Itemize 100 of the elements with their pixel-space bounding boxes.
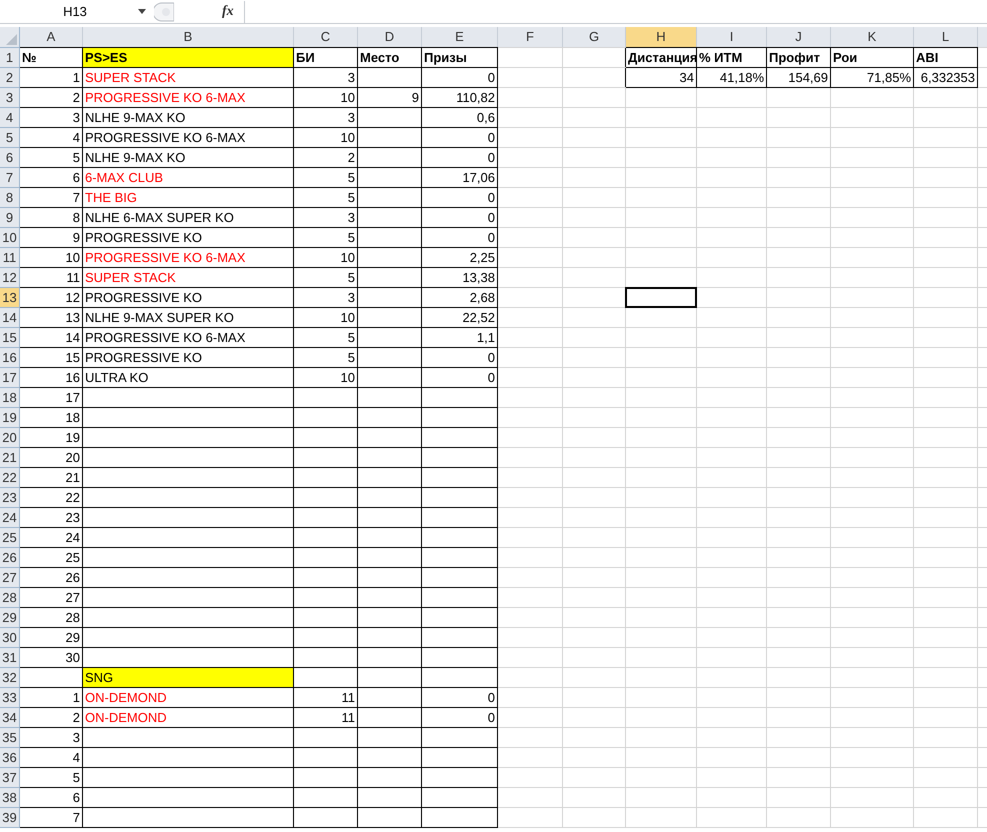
name-box[interactable]: H13 (0, 0, 150, 22)
table-cell[interactable]: 30 (20, 648, 82, 667)
table-cell[interactable]: 9 (20, 228, 82, 247)
table-cell[interactable]: 11 (294, 688, 357, 707)
row-header[interactable]: 31 (0, 648, 20, 667)
table-cell[interactable]: 154,69 (767, 68, 830, 87)
table-cell[interactable]: 0 (422, 208, 497, 227)
table-cell[interactable]: 14 (20, 328, 82, 347)
row-header[interactable]: 36 (0, 748, 20, 767)
table-cell[interactable]: 7 (20, 188, 82, 207)
table-cell[interactable]: 0 (422, 688, 497, 707)
table-cell[interactable]: 27 (20, 588, 82, 607)
table-cell[interactable]: NLHE 6-MAX SUPER KO (83, 208, 293, 227)
row-header[interactable]: 2 (0, 68, 20, 87)
table-cell[interactable]: 7 (20, 808, 82, 827)
table-cell[interactable]: ON-DEMOND (83, 688, 293, 707)
table-cell[interactable]: 6 (20, 168, 82, 187)
table-cell[interactable]: 13,38 (422, 268, 497, 287)
splitter-grip-icon[interactable] (154, 2, 174, 22)
table-cell[interactable]: 0 (422, 188, 497, 207)
row-header[interactable]: 8 (0, 188, 20, 207)
table-cell[interactable]: 15 (20, 348, 82, 367)
table-cell[interactable]: 0,6 (422, 108, 497, 127)
table-cell[interactable]: 5 (294, 348, 357, 367)
table-cell[interactable]: 0 (422, 148, 497, 167)
table-cell[interactable]: 5 (20, 148, 82, 167)
table-cell[interactable]: 22 (20, 488, 82, 507)
row-header[interactable]: 5 (0, 128, 20, 147)
table-cell[interactable]: 71,85% (831, 68, 913, 87)
cell-cursor[interactable] (625, 287, 697, 308)
row-header[interactable]: 32 (0, 668, 20, 687)
row-header[interactable]: 14 (0, 308, 20, 327)
table-cell[interactable]: 25 (20, 548, 82, 567)
table-cell[interactable]: NLHE 9-MAX KO (83, 148, 293, 167)
table-cell[interactable]: 13 (20, 308, 82, 327)
row-header[interactable]: 22 (0, 468, 20, 487)
table-cell[interactable]: 24 (20, 528, 82, 547)
insert-function-button[interactable]: fx (222, 1, 234, 22)
table-cell[interactable]: 5 (294, 168, 357, 187)
table-cell[interactable]: 11 (294, 708, 357, 727)
table-cell[interactable]: 26 (20, 568, 82, 587)
row-header[interactable]: 16 (0, 348, 20, 367)
table-cell[interactable]: № (20, 48, 82, 67)
row-header[interactable]: 13 (0, 288, 20, 307)
table-cell[interactable]: 10 (20, 248, 82, 267)
row-header[interactable]: 3 (0, 88, 20, 107)
table-cell[interactable]: 1 (20, 68, 82, 87)
table-cell[interactable]: NLHE 9-MAX SUPER KO (83, 308, 293, 327)
table-cell[interactable]: PROGRESSIVE KO 6-MAX (83, 328, 293, 347)
table-cell[interactable]: 23 (20, 508, 82, 527)
table-cell[interactable]: SNG (83, 668, 293, 687)
row-header[interactable]: 11 (0, 248, 20, 267)
table-cell[interactable]: ABI (914, 48, 977, 67)
table-cell[interactable]: PROGRESSIVE KO 6-MAX (83, 248, 293, 267)
row-header[interactable]: 28 (0, 588, 20, 607)
table-cell[interactable]: 18 (20, 408, 82, 427)
row-header[interactable]: 33 (0, 688, 20, 707)
row-header[interactable]: 27 (0, 568, 20, 587)
table-cell[interactable]: 2,25 (422, 248, 497, 267)
table-cell[interactable]: 10 (294, 308, 357, 327)
table-cell[interactable]: Рои (831, 48, 913, 67)
table-cell[interactable]: 8 (20, 208, 82, 227)
row-header[interactable]: 17 (0, 368, 20, 387)
table-cell[interactable]: 34 (626, 68, 696, 87)
row-header[interactable]: 20 (0, 428, 20, 447)
table-cell[interactable]: 41,18% (697, 68, 766, 87)
row-header[interactable]: 19 (0, 408, 20, 427)
table-cell[interactable]: 6-MAX CLUB (83, 168, 293, 187)
table-cell[interactable]: 0 (422, 348, 497, 367)
table-cell[interactable]: 6 (20, 788, 82, 807)
table-cell[interactable]: Профит (767, 48, 830, 67)
table-cell[interactable]: 4 (20, 748, 82, 767)
row-header[interactable]: 34 (0, 708, 20, 727)
table-cell[interactable]: Призы (422, 48, 497, 67)
row-header[interactable]: 7 (0, 168, 20, 187)
table-cell[interactable]: PROGRESSIVE KO 6-MAX (83, 128, 293, 147)
row-header[interactable]: 30 (0, 628, 20, 647)
row-header[interactable]: 15 (0, 328, 20, 347)
row-header[interactable]: 38 (0, 788, 20, 807)
table-cell[interactable]: PROGRESSIVE KO (83, 288, 293, 307)
row-header[interactable]: 26 (0, 548, 20, 567)
table-cell[interactable]: 10 (294, 368, 357, 387)
select-all-icon[interactable] (6, 34, 17, 45)
table-cell[interactable]: 16 (20, 368, 82, 387)
row-header[interactable]: 10 (0, 228, 20, 247)
table-cell[interactable]: 3 (294, 208, 357, 227)
table-cell[interactable]: 2 (294, 148, 357, 167)
table-cell[interactable]: ON-DEMOND (83, 708, 293, 727)
table-cell[interactable]: 10 (294, 128, 357, 147)
table-cell[interactable]: 9 (358, 88, 421, 107)
table-cell[interactable]: 3 (294, 288, 357, 307)
table-cell[interactable]: 1 (20, 688, 82, 707)
row-header[interactable]: 35 (0, 728, 20, 747)
row-header[interactable]: 29 (0, 608, 20, 627)
table-cell[interactable]: 0 (422, 128, 497, 147)
row-header[interactable]: 25 (0, 528, 20, 547)
table-cell[interactable]: 17 (20, 388, 82, 407)
table-cell[interactable]: 20 (20, 448, 82, 467)
table-cell[interactable]: 4 (20, 128, 82, 147)
table-cell[interactable]: 10 (294, 88, 357, 107)
